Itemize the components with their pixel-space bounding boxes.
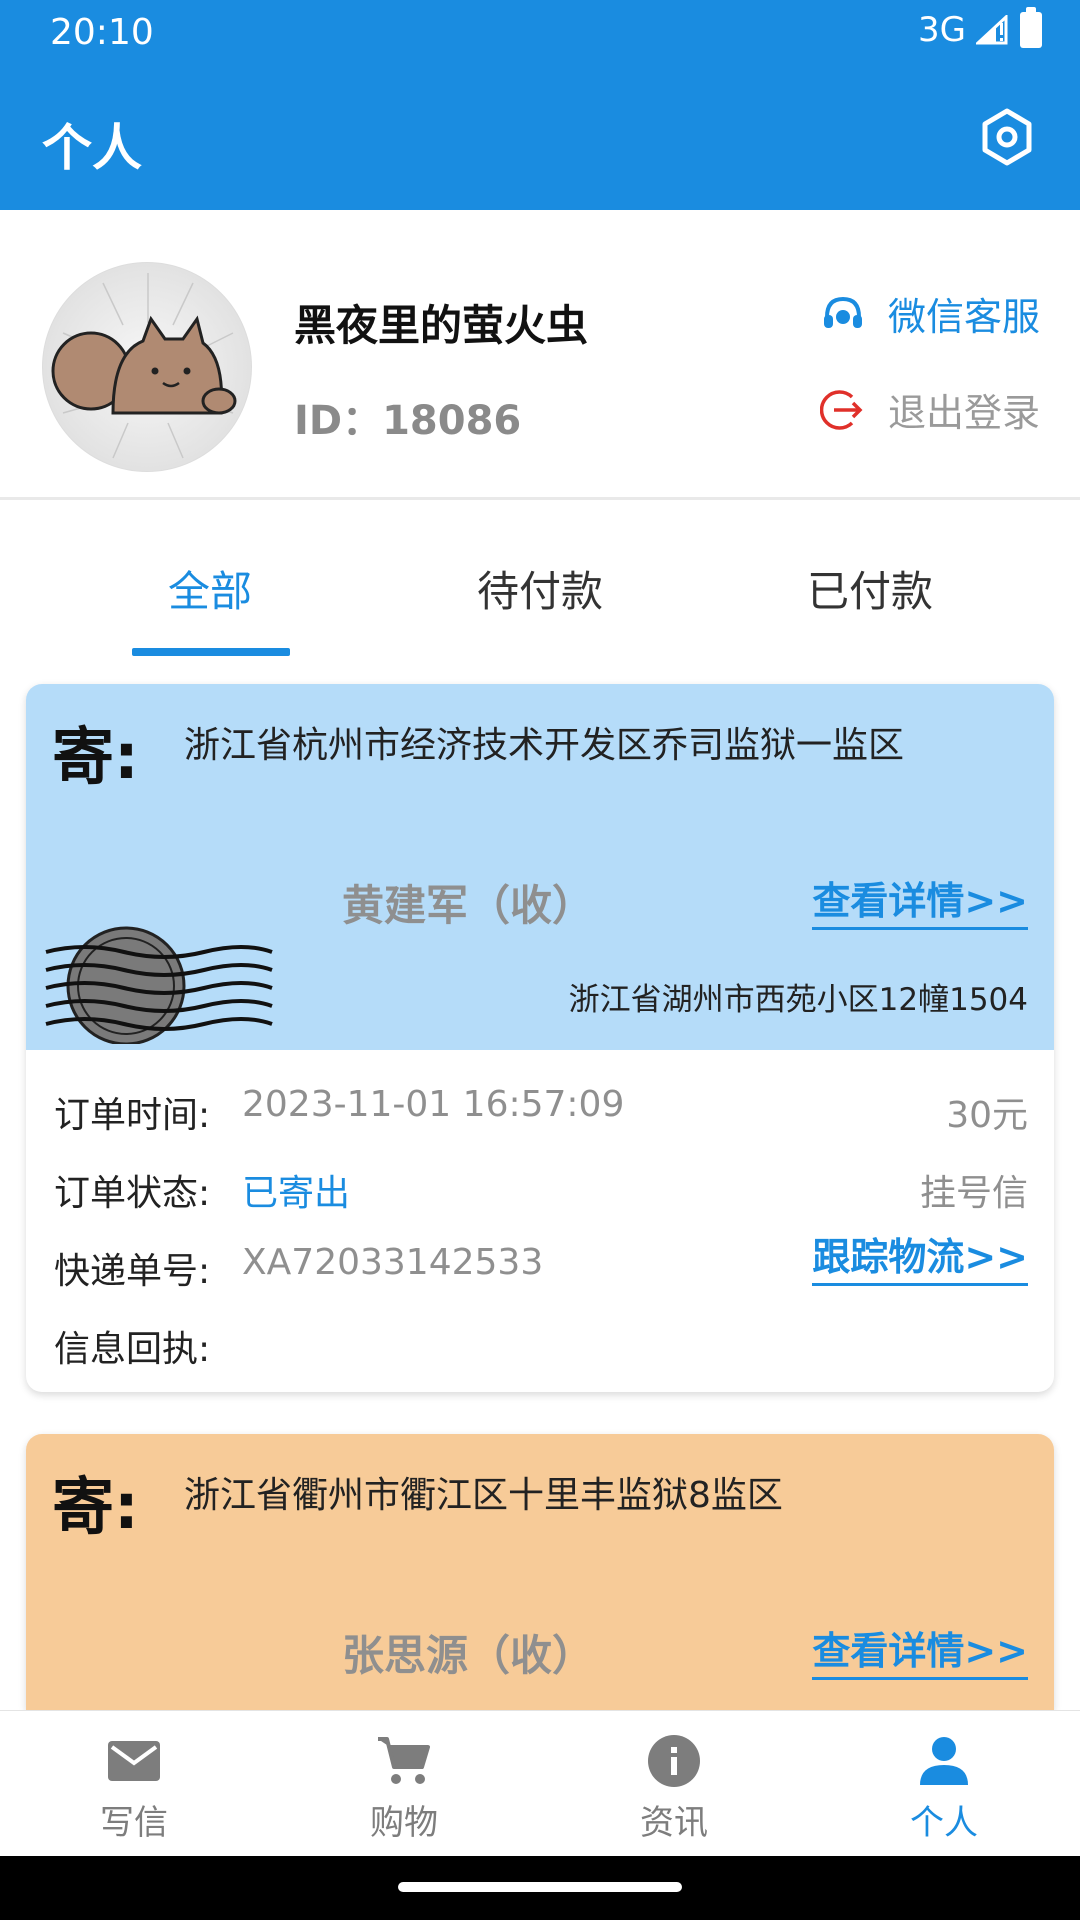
order-card[interactable]: 寄: 浙江省杭州市经济技术开发区乔司监狱一监区 黄建军（收） 查看详情>> 浙江… [26,684,1054,1392]
bottom-navigation: 写信 购物 资讯 个人 [0,1710,1080,1856]
nav-write-letter[interactable]: 写信 [34,1733,234,1844]
nav-news[interactable]: 资讯 [574,1733,774,1844]
status-bar: 20:10 3G [0,0,1080,64]
order-tabs: 全部 待付款 已付款 [0,500,1080,660]
sender-address: 浙江省衢州市衢江区十里丰监狱8监区 [184,1475,783,1516]
user-nickname: 黑夜里的萤火虫 [294,301,589,350]
tab-pending-payment[interactable]: 待付款 [440,558,640,619]
mail-icon [108,1741,160,1781]
recipient-name: 黄建军（收） [342,881,595,930]
logout-button[interactable]: 退出登录 [819,382,1040,437]
profile-section: 黑夜里的萤火虫 ID：18086 微信客服 退出登录 [0,210,1080,500]
avatar[interactable] [42,262,252,472]
user-id: ID：18086 [294,398,522,444]
send-label: 寄: [52,720,139,793]
order-card-header: 寄: 浙江省衢州市衢江区十里丰监狱8监区 张思源（收） 查看详情>> [26,1434,1054,1710]
status-time: 20:10 [50,12,154,53]
settings-gear-icon[interactable] [978,108,1036,166]
nav-profile[interactable]: 个人 [844,1733,1044,1844]
logout-label: 退出登录 [887,391,1040,435]
recipient-name: 张思源（收） [342,1631,595,1680]
order-time-value: 2023-11-01 16:57:09 [242,1084,625,1125]
postmark-stamp-icon [45,926,273,1044]
headset-service-icon [823,296,862,328]
tracking-number-label: 快递单号: [54,1251,211,1292]
order-status-label: 订单状态: [54,1173,211,1214]
app-bar: 个人 [0,64,1080,210]
order-card[interactable]: 寄: 浙江省衢州市衢江区十里丰监狱8监区 张思源（收） 查看详情>> [26,1434,1054,1710]
nav-shopping[interactable]: 购物 [304,1733,504,1844]
network-type: 3G [918,10,966,50]
view-details-link[interactable]: 查看详情>> [812,1620,1028,1680]
tab-all[interactable]: 全部 [110,558,310,619]
order-price: 30元 [946,1095,1028,1136]
person-icon [920,1737,968,1785]
nav-label: 写信 [100,1803,168,1843]
home-gesture-handle[interactable] [398,1882,682,1892]
active-tab-indicator [132,648,290,656]
nav-label: 个人 [910,1803,978,1843]
battery-icon [1020,7,1042,48]
receipt-label: 信息回执: [54,1329,211,1370]
track-logistics-link[interactable]: 跟踪物流>> [812,1226,1028,1286]
recipient-address: 浙江省湖州市西苑小区12幢1504 [568,982,1028,1018]
order-card-header: 寄: 浙江省杭州市经济技术开发区乔司监狱一监区 黄建军（收） 查看详情>> 浙江… [26,684,1054,1050]
wechat-service-label: 微信客服 [887,295,1040,339]
tab-paid[interactable]: 已付款 [770,558,970,619]
info-icon [648,1735,700,1787]
page-title: 个人 [42,119,142,177]
nav-label: 资讯 [640,1803,708,1843]
send-label: 寄: [52,1470,139,1543]
logout-icon [819,389,863,430]
mail-type: 挂号信 [919,1173,1028,1214]
view-details-link[interactable]: 查看详情>> [812,870,1028,930]
order-time-label: 订单时间: [54,1095,211,1136]
nav-label: 购物 [370,1803,438,1843]
status-indicators: 3G [918,7,1042,50]
order-status-value: 已寄出 [242,1173,351,1214]
order-card-body: 订单时间: 2023-11-01 16:57:09 30元 订单状态: 已寄出 … [26,1050,1054,1392]
tracking-number-value: XA72033142533 [242,1242,544,1283]
cart-icon [378,1737,430,1784]
signal-icon [976,15,1008,45]
wechat-service-button[interactable]: 微信客服 [820,286,1040,341]
sender-address: 浙江省杭州市经济技术开发区乔司监狱一监区 [184,725,905,766]
cat-avatar-image [51,273,237,459]
system-gesture-bar [0,1856,1080,1920]
